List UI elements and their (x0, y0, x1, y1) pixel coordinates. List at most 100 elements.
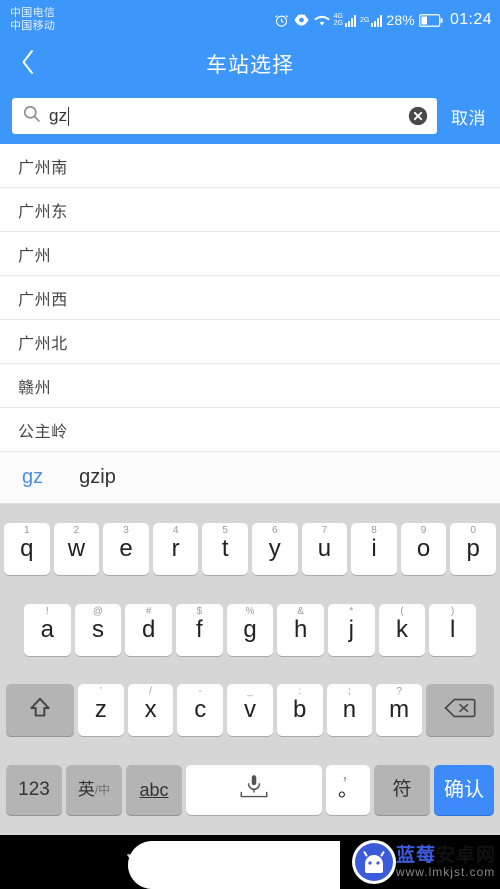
site-watermark: 蓝莓安卓网 www.lmkjst.com (127, 835, 500, 889)
search-input[interactable]: gz (49, 106, 399, 126)
key-a[interactable]: ! a (23, 603, 71, 656)
list-item[interactable]: 广州南 (0, 144, 500, 188)
candidate-item[interactable]: gz (22, 466, 43, 489)
key-n[interactable]: ; n (326, 684, 373, 737)
key-label: s (91, 615, 104, 643)
key-m[interactable]: ? m (376, 684, 423, 737)
back-button[interactable] (0, 40, 56, 88)
key-o[interactable]: 9 o (400, 523, 447, 576)
key-sup: ， (341, 768, 354, 783)
key-label: u (317, 535, 332, 563)
key-i[interactable]: 8 i (351, 523, 397, 576)
key-label: v (244, 696, 256, 724)
signal-bars-2 (371, 13, 383, 27)
key-t[interactable]: 5 t (202, 523, 248, 576)
backspace-key[interactable] (426, 684, 495, 737)
key-sup: _ (247, 686, 253, 698)
key-y[interactable]: 6 y (252, 523, 298, 576)
list-item[interactable]: 广州北 (0, 320, 500, 364)
key-sup: : (298, 686, 302, 698)
list-item[interactable]: 公主岭 (0, 408, 500, 452)
key-label: q (20, 535, 34, 563)
language-toggle-key[interactable]: 英/中 (66, 764, 122, 815)
list-item[interactable]: 广州西 (0, 276, 500, 320)
key-s[interactable]: @ s (74, 603, 122, 656)
key-d[interactable]: # d (125, 603, 172, 656)
key-sup: & (297, 605, 305, 617)
key-label: b (293, 696, 307, 724)
abc-key[interactable]: abc (126, 764, 182, 815)
key-c[interactable]: - c (177, 684, 224, 737)
station-results-list: 广州南 广州东 广州 广州西 广州北 赣州 公主岭 (0, 144, 500, 452)
key-label: 。 (338, 778, 358, 801)
alarm-icon (274, 13, 289, 28)
clear-circle-icon[interactable] (407, 105, 429, 127)
carrier-2: 中国移动 (10, 20, 56, 32)
key-label: 符 (392, 779, 412, 801)
net-label-2g: 2G (360, 17, 369, 24)
key-label: w (67, 535, 86, 563)
enter-key[interactable]: 确认 (434, 764, 494, 815)
key-l[interactable]: ) l (429, 603, 477, 656)
list-item[interactable]: 广州 (0, 232, 500, 276)
key-sup: ’ (99, 686, 102, 698)
title-bar: 车站选择 (0, 40, 500, 88)
key-j[interactable]: * j (328, 603, 375, 656)
key-label: g (243, 615, 257, 643)
key-label: j (348, 615, 355, 643)
key-h[interactable]: & h (277, 603, 325, 656)
status-icons: 4G 2G 2G 28% 01:24 (274, 11, 492, 29)
text-caret (68, 106, 70, 126)
key-v[interactable]: _ v (227, 684, 273, 737)
candidate-item[interactable]: gzip (79, 466, 116, 489)
watermark-title-part2: 安卓网 (435, 844, 496, 866)
key-sup: 8 (371, 525, 377, 537)
key-u[interactable]: 7 u (301, 523, 348, 576)
key-label: x (144, 696, 157, 724)
key-k[interactable]: ( k (378, 603, 426, 656)
microphone-icon (234, 772, 274, 807)
key-e[interactable]: 3 e (103, 523, 149, 576)
key-p[interactable]: 0 p (450, 523, 496, 576)
watermark-url: www.lmkjst.com (395, 864, 496, 879)
key-x[interactable]: / x (127, 684, 174, 737)
wifi-icon (313, 14, 330, 27)
key-label: n (342, 696, 357, 724)
android-robot-icon (351, 840, 396, 884)
numeric-key[interactable]: 123 (6, 764, 62, 815)
key-sup: 6 (272, 525, 278, 537)
key-sup: * (349, 605, 354, 617)
punctuation-key[interactable]: ， 。 (326, 764, 370, 815)
system-nav-bar: 蓝莓安卓网 www.lmkjst.com (0, 835, 500, 889)
key-f[interactable]: $ f (176, 603, 223, 656)
key-sublabel: /中 (94, 783, 111, 798)
key-label: abc (139, 779, 169, 800)
key-label: r (171, 535, 180, 563)
key-sup: 7 (321, 525, 328, 537)
key-g[interactable]: % g (226, 603, 274, 656)
key-sup: 4 (172, 525, 179, 537)
key-w[interactable]: 2 w (53, 523, 100, 576)
keyboard-row-1: 1 q 2 w 3 e 4 r 5 t 6 y 7 u 8 i 9 o 0 p (2, 523, 498, 576)
shift-key[interactable] (5, 684, 74, 737)
key-r[interactable]: 4 r (152, 523, 199, 576)
key-sup: 2 (73, 525, 80, 537)
list-item[interactable]: 赣州 (0, 364, 500, 408)
key-label: e (119, 535, 133, 563)
virtual-keyboard: 1 q 2 w 3 e 4 r 5 t 6 y 7 u 8 i 9 o 0 p … (0, 504, 500, 835)
key-z[interactable]: ’ z (77, 684, 124, 737)
symbol-key[interactable]: 符 (374, 764, 430, 815)
carrier-names: 中国电信 中国移动 (10, 7, 55, 32)
list-item[interactable]: 广州东 (0, 188, 500, 232)
search-field[interactable]: gz (12, 98, 437, 134)
key-sup: / (149, 686, 152, 698)
key-b[interactable]: : b (276, 684, 323, 737)
key-sup: 5 (222, 525, 228, 537)
cancel-button[interactable]: 取消 (445, 104, 492, 129)
key-sup: ? (396, 686, 402, 698)
space-key[interactable] (186, 764, 322, 815)
key-sup: @ (92, 605, 104, 617)
key-q[interactable]: 1 q (4, 523, 50, 576)
battery-icon (418, 13, 443, 27)
key-label: k (396, 615, 409, 643)
